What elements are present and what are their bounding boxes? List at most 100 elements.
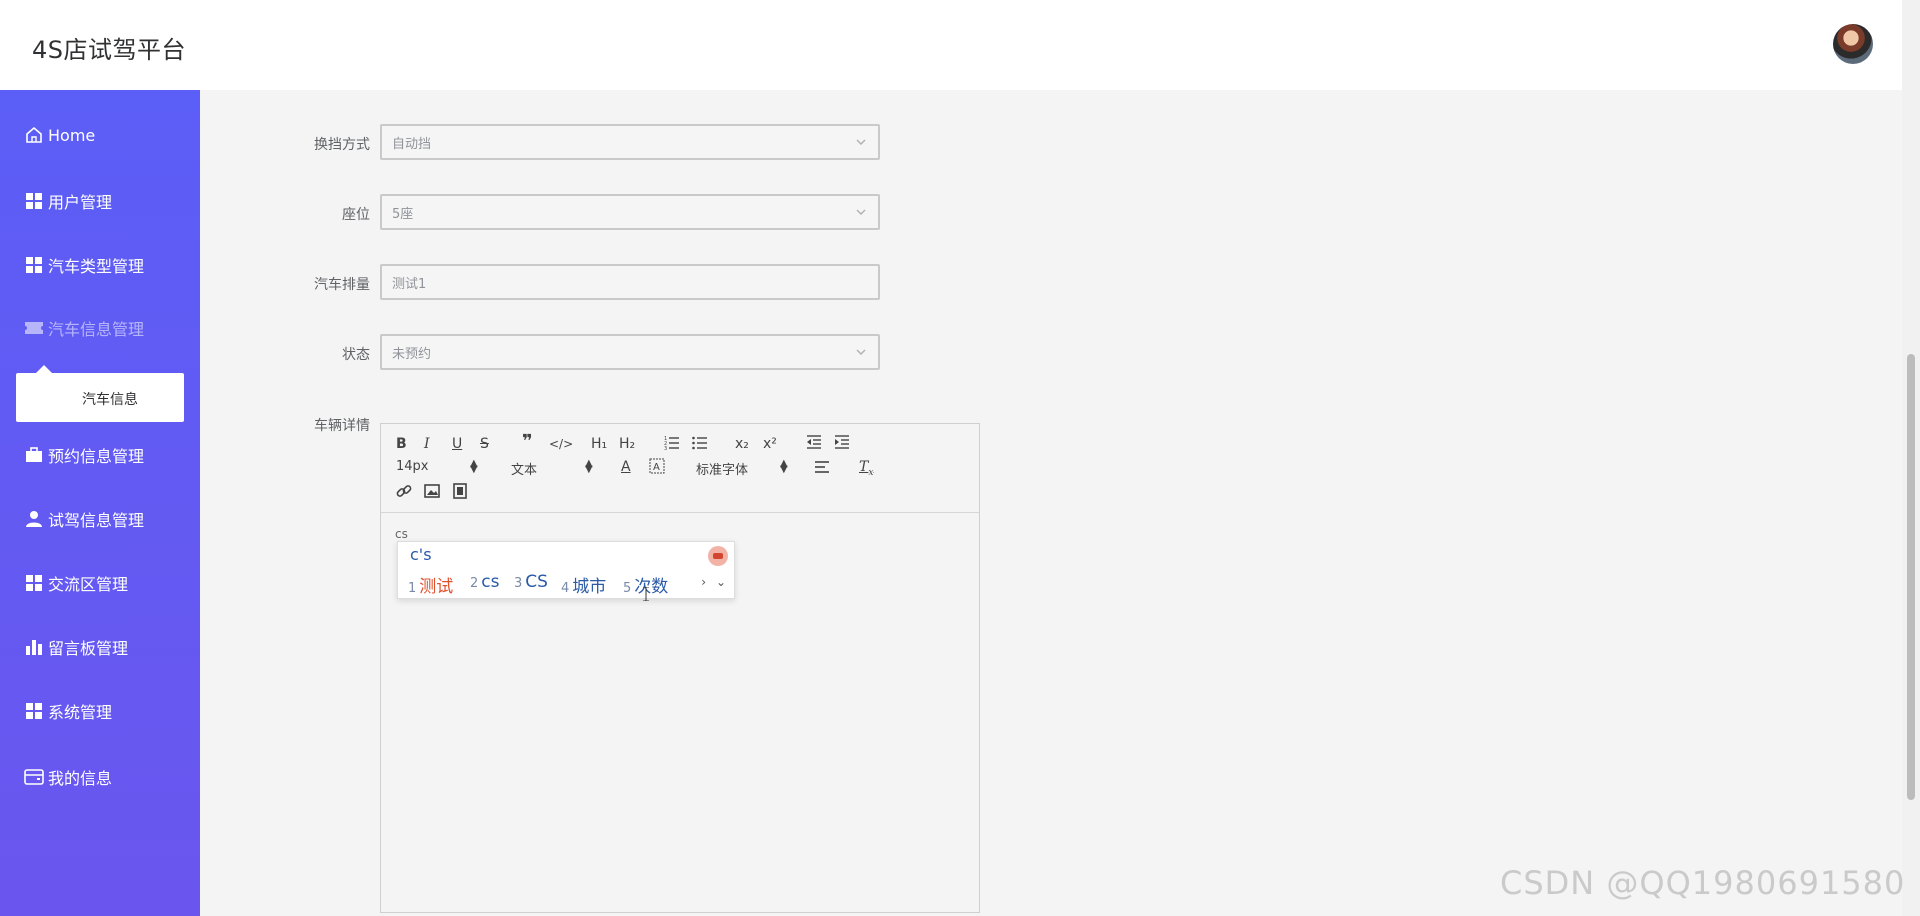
sidebar-item-forum[interactable]: 交流区管理 <box>24 568 128 598</box>
font-size-select[interactable]: 14px ▲ ▼ <box>396 458 481 475</box>
sidebar-item-label: 我的信息 <box>48 769 113 788</box>
code-block-icon[interactable]: </> <box>549 435 573 453</box>
sidebar-item-label: 用户管理 <box>48 193 113 212</box>
header-select-value: 文本 <box>511 463 538 478</box>
status-select[interactable]: 未预约 <box>380 334 880 370</box>
grid-icon <box>24 573 44 593</box>
candidate-number: 3 <box>514 576 523 591</box>
font-size-value: 14px <box>396 459 429 474</box>
sidebar-item-label: 试驾信息管理 <box>48 511 145 530</box>
svg-text:3: 3 <box>664 446 667 450</box>
seats-label: 座位 <box>342 207 370 223</box>
subscript-button[interactable]: x₂ <box>735 435 749 453</box>
blockquote-icon[interactable]: ❞ <box>522 433 533 451</box>
home-icon <box>24 125 44 145</box>
sidebar-item-users[interactable]: 用户管理 <box>24 186 112 216</box>
video-icon[interactable] <box>452 483 468 504</box>
updown-icon: ▲ ▼ <box>470 458 478 475</box>
editor-toolbar: B I U S ❞ </> H₁ H₂ 123 x₂ x² 14px ▲ ▼ 文本… <box>381 424 979 513</box>
sidebar: Home 用户管理 汽车类型管理 汽车信息管理 预约信息管理 试驾信息管理 交流… <box>0 90 200 916</box>
ticket-icon <box>24 318 44 338</box>
italic-button[interactable]: I <box>424 435 430 453</box>
wallet-icon <box>24 767 44 787</box>
align-icon[interactable] <box>814 459 830 480</box>
ime-composition: c's <box>410 545 432 564</box>
status-label: 状态 <box>342 347 370 363</box>
link-icon[interactable] <box>396 483 412 504</box>
clear-format-button[interactable]: Tx <box>859 458 873 482</box>
clear-format-label: T <box>859 459 869 475</box>
submenu-item-car-info[interactable]: 汽车信息 <box>82 389 138 409</box>
candidate-text: 次数 <box>634 577 669 597</box>
sidebar-item-label: 系统管理 <box>48 703 113 722</box>
ime-candidate[interactable]: 3 CS <box>514 572 548 592</box>
updown-icon: ▲ ▼ <box>780 458 788 475</box>
gear-value: 自动挡 <box>392 136 432 152</box>
sidebar-item-car-types[interactable]: 汽车类型管理 <box>24 250 144 280</box>
sidebar-item-my-info[interactable]: 我的信息 <box>24 762 112 792</box>
avatar[interactable] <box>1833 24 1873 64</box>
sidebar-item-system[interactable]: 系统管理 <box>24 696 112 726</box>
sidebar-item-test-drives[interactable]: 试驾信息管理 <box>24 504 144 534</box>
strike-button[interactable]: S <box>480 435 489 453</box>
chevron-down-icon[interactable]: ⌄ <box>716 575 726 589</box>
ime-logo-icon <box>708 546 728 566</box>
candidate-text: CS <box>525 572 548 592</box>
gear-select[interactable]: 自动挡 <box>380 124 880 160</box>
h1-button[interactable]: H₁ <box>591 435 607 453</box>
ime-candidate[interactable]: 2 cs <box>470 572 500 592</box>
ime-page-nav[interactable]: › ⌄ <box>701 575 726 589</box>
candidate-text: cs <box>481 572 500 592</box>
displacement-label: 汽车排量 <box>314 277 370 293</box>
scrollbar-thumb[interactable] <box>1907 354 1915 800</box>
background-color-icon[interactable]: A <box>649 458 665 479</box>
svg-text:A: A <box>653 462 660 473</box>
sidebar-item-home[interactable]: Home <box>24 120 95 150</box>
indent-icon[interactable] <box>834 434 850 455</box>
superscript-button[interactable]: x² <box>763 435 777 453</box>
outdent-icon[interactable] <box>806 434 822 455</box>
page-scrollbar[interactable] <box>1902 0 1920 916</box>
underline-button[interactable]: U <box>452 435 462 453</box>
chevron-down-icon <box>856 209 866 215</box>
font-color-icon[interactable]: A <box>621 458 631 476</box>
details-label: 车辆详情 <box>314 418 370 434</box>
sidebar-item-label: 交流区管理 <box>48 575 129 594</box>
ime-candidate-popup: c's 1 测试 2 cs 3 CS 4 城市 5 次数 › ⌄ <box>397 541 735 599</box>
rich-text-editor: B I U S ❞ </> H₁ H₂ 123 x₂ x² 14px ▲ ▼ 文本… <box>380 423 980 913</box>
image-icon[interactable] <box>424 483 440 504</box>
seats-select[interactable]: 5座 <box>380 194 880 230</box>
sidebar-item-reservations[interactable]: 预约信息管理 <box>24 440 144 470</box>
briefcase-icon <box>24 445 44 465</box>
bullet-list-icon[interactable] <box>692 434 708 455</box>
bar-chart-icon <box>24 637 44 657</box>
sidebar-item-label: 留言板管理 <box>48 639 129 658</box>
font-family-select[interactable]: 标准字体 ▲ ▼ <box>696 458 791 479</box>
chevron-right-icon[interactable]: › <box>701 575 706 589</box>
bold-button[interactable]: B <box>396 435 407 453</box>
sidebar-item-label: 预约信息管理 <box>48 447 145 466</box>
header-select[interactable]: 文本 ▲ ▼ <box>511 458 596 479</box>
sidebar-item-messages[interactable]: 留言板管理 <box>24 632 128 662</box>
status-value: 未预约 <box>392 346 432 362</box>
text-cursor-icon <box>643 587 649 601</box>
sidebar-item-car-info[interactable]: 汽车信息管理 <box>24 313 144 343</box>
updown-icon: ▲ ▼ <box>585 458 593 475</box>
sidebar-item-label: 汽车类型管理 <box>48 257 145 276</box>
top-header: 4S店试驾平台 <box>0 0 1902 90</box>
app-title: 4S店试驾平台 <box>32 36 187 64</box>
chevron-down-icon <box>856 349 866 355</box>
displacement-input[interactable]: 测试1 <box>380 264 880 300</box>
h2-button[interactable]: H₂ <box>619 435 635 453</box>
gear-label: 换挡方式 <box>314 137 370 153</box>
ordered-list-icon[interactable]: 123 <box>664 434 680 455</box>
candidate-number: 5 <box>623 581 632 596</box>
candidate-text: 测试 <box>419 577 454 597</box>
grid-icon <box>24 255 44 275</box>
ime-candidate[interactable]: 1 测试 <box>408 572 453 597</box>
grid-icon <box>24 701 44 721</box>
editor-content[interactable]: cs <box>395 527 408 541</box>
ime-candidate[interactable]: 4 城市 <box>561 572 606 597</box>
watermark: CSDN @QQ1980691580 <box>1500 864 1906 902</box>
candidate-text: 城市 <box>572 577 607 597</box>
